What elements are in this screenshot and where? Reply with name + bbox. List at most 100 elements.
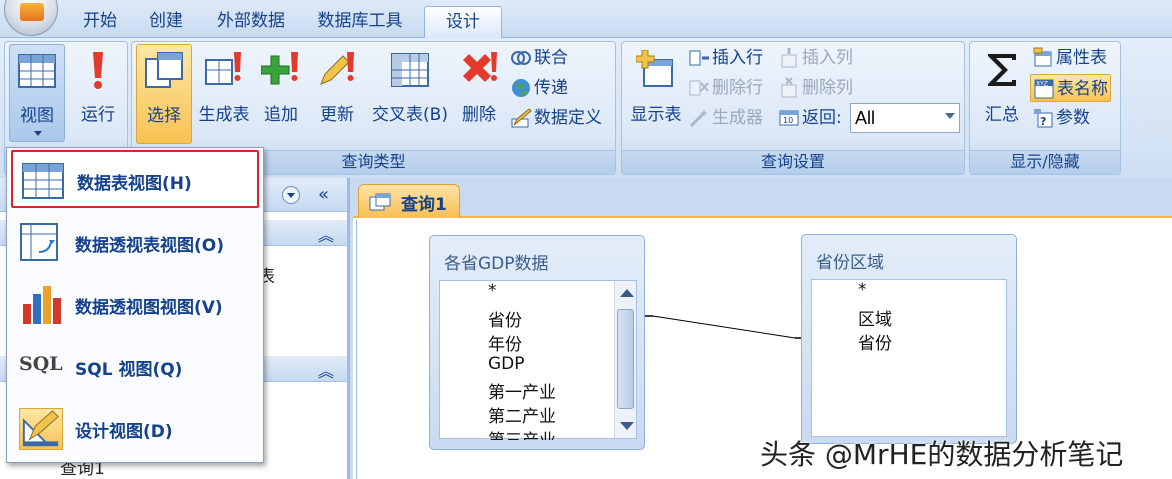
return-icon: 10	[779, 110, 799, 126]
make-table-icon	[205, 52, 241, 85]
collapse-pane-icon[interactable]: «	[318, 184, 329, 205]
totals-button[interactable]: 汇总	[974, 44, 1030, 144]
delete-columns-button[interactable]: 删除列	[778, 74, 853, 102]
pivotchart-bar-icon	[23, 286, 61, 324]
delete-x-icon	[463, 52, 497, 82]
design-view-icon	[19, 408, 63, 450]
nav-menu-dropdown[interactable]	[282, 186, 300, 204]
show-table-button[interactable]: 显示表	[626, 44, 686, 144]
insert-rows-button[interactable]: 插入行	[688, 44, 763, 72]
field-item[interactable]: *	[858, 280, 867, 300]
datasheet-icon	[18, 54, 56, 88]
scroll-down-arrow-icon[interactable]	[620, 422, 634, 430]
append-button[interactable]: 追加	[256, 44, 306, 144]
document-tab-strip: 查询1	[353, 178, 1172, 218]
crosstab-label: 交叉表(B)	[372, 105, 448, 125]
field-item[interactable]: *	[488, 281, 497, 301]
pass-through-button[interactable]: 传递	[510, 74, 568, 102]
menu-item-pivottable-view[interactable]: 数据透视表视图(O)	[11, 214, 259, 272]
field-list-scrollbar[interactable]	[614, 281, 636, 438]
delete-query-button[interactable]: 删除	[454, 44, 504, 144]
field-list-province-region[interactable]: 省份区域 * 区域 省份	[801, 234, 1017, 444]
union-button[interactable]: 联合	[510, 44, 568, 72]
document-tab-query1[interactable]: 查询1	[358, 184, 460, 218]
pass-through-label: 传递	[534, 78, 568, 98]
view-button-label: 视图	[20, 106, 54, 126]
scroll-up-arrow-icon[interactable]	[620, 289, 634, 297]
document-tab-label: 查询1	[401, 195, 447, 215]
data-definition-label: 数据定义	[534, 108, 602, 128]
field-item[interactable]: 省份	[488, 306, 522, 331]
delete-rows-label: 删除行	[712, 78, 763, 98]
chevron-up-icon[interactable]: ︽	[318, 358, 334, 382]
field-item[interactable]: 省份	[858, 329, 892, 354]
property-sheet-label: 属性表	[1056, 48, 1107, 68]
tab-database-tools[interactable]: 数据库工具	[306, 6, 414, 38]
insert-rows-icon	[689, 50, 709, 66]
menu-item-label: 数据透视表视图(O)	[75, 236, 224, 256]
sigma-icon	[988, 54, 1016, 86]
table-names-icon: XYZ	[1034, 79, 1054, 99]
make-table-button[interactable]: 生成表	[194, 44, 254, 144]
field-list-gdp[interactable]: 各省GDP数据 * 省份 年份 GDP 第一产业 第二产业 第三产业	[429, 235, 645, 450]
group-query-setup: 显示表 插入行 删除行 生成器 插入列 删除列 10 返回: All 查询设置	[621, 41, 965, 175]
globe-icon	[512, 79, 530, 97]
update-label: 更新	[320, 105, 354, 125]
scroll-thumb[interactable]	[617, 309, 634, 409]
office-button[interactable]	[4, 0, 58, 36]
join-line[interactable]	[645, 310, 805, 350]
field-item[interactable]: 年份	[488, 330, 522, 355]
builder-wand-icon	[689, 109, 708, 128]
update-button[interactable]: 更新	[312, 44, 362, 144]
insert-columns-button[interactable]: 插入列	[778, 44, 853, 72]
field-item[interactable]: 第一产业	[488, 378, 556, 403]
menu-item-datasheet-view[interactable]: 数据表视图(H)	[11, 150, 259, 208]
menu-item-pivotchart-view[interactable]: 数据透视图视图(V)	[11, 276, 259, 334]
field-item[interactable]: 第二产业	[488, 402, 556, 427]
run-exclamation-icon	[93, 52, 103, 89]
delete-rows-button[interactable]: 删除行	[688, 74, 763, 102]
tab-design[interactable]: 设计	[424, 6, 502, 38]
menu-item-label: 设计视图(D)	[75, 422, 173, 442]
svg-text:?: ?	[1040, 115, 1046, 128]
table-names-label: 表名称	[1057, 79, 1108, 99]
delete-columns-label: 删除列	[802, 78, 853, 98]
data-definition-icon	[511, 108, 532, 128]
return-label-group: 10 返回:	[778, 104, 842, 132]
property-sheet-icon	[1033, 47, 1052, 67]
append-plus-icon	[261, 52, 298, 85]
menu-item-design-view[interactable]: 设计视图(D)	[11, 400, 259, 458]
property-sheet-button[interactable]: 属性表	[1032, 44, 1107, 72]
field-item[interactable]: GDP	[488, 354, 525, 374]
return-select[interactable]: All	[850, 103, 960, 133]
field-item[interactable]: 第三产业	[488, 426, 556, 440]
insert-columns-label: 插入列	[802, 48, 853, 68]
crosstab-button[interactable]: 交叉表(B)	[368, 44, 452, 144]
table-names-button[interactable]: XYZ 表名称	[1030, 74, 1111, 102]
menu-item-sql-view[interactable]: SQL SQL 视图(Q)	[11, 338, 259, 396]
show-table-label: 显示表	[630, 105, 682, 125]
select-query-button[interactable]: 选择	[136, 44, 192, 144]
tab-external-data[interactable]: 外部数据	[206, 6, 296, 38]
insert-columns-icon	[781, 48, 797, 68]
field-item[interactable]: 区域	[858, 305, 892, 330]
menu-item-label: 数据表视图(H)	[77, 174, 192, 194]
data-definition-button[interactable]: 数据定义	[510, 104, 602, 132]
tab-home[interactable]: 开始	[70, 6, 130, 38]
run-button-label: 运行	[81, 105, 115, 125]
field-list-body: * 省份 年份 GDP 第一产业 第二产业 第三产业	[439, 280, 637, 440]
tab-create[interactable]: 创建	[138, 6, 194, 38]
union-label: 联合	[534, 48, 568, 68]
insert-rows-label: 插入行	[712, 48, 763, 68]
query-icon	[369, 193, 391, 211]
parameters-button[interactable]: ? 参数	[1032, 104, 1090, 132]
builder-button[interactable]: 生成器	[688, 104, 763, 132]
chevron-up-icon[interactable]: ︽	[318, 222, 334, 246]
delete-rows-icon	[689, 80, 709, 96]
delete-query-label: 删除	[462, 105, 496, 125]
menu-item-label: SQL 视图(Q)	[75, 360, 183, 380]
crosstab-icon	[391, 53, 429, 87]
run-button[interactable]: 运行	[71, 44, 125, 144]
view-button[interactable]: 视图	[9, 44, 65, 142]
view-dropdown-menu: 数据表视图(H) 数据透视表视图(O) 数据透视图视图(V) SQL SQL 视…	[6, 147, 264, 463]
